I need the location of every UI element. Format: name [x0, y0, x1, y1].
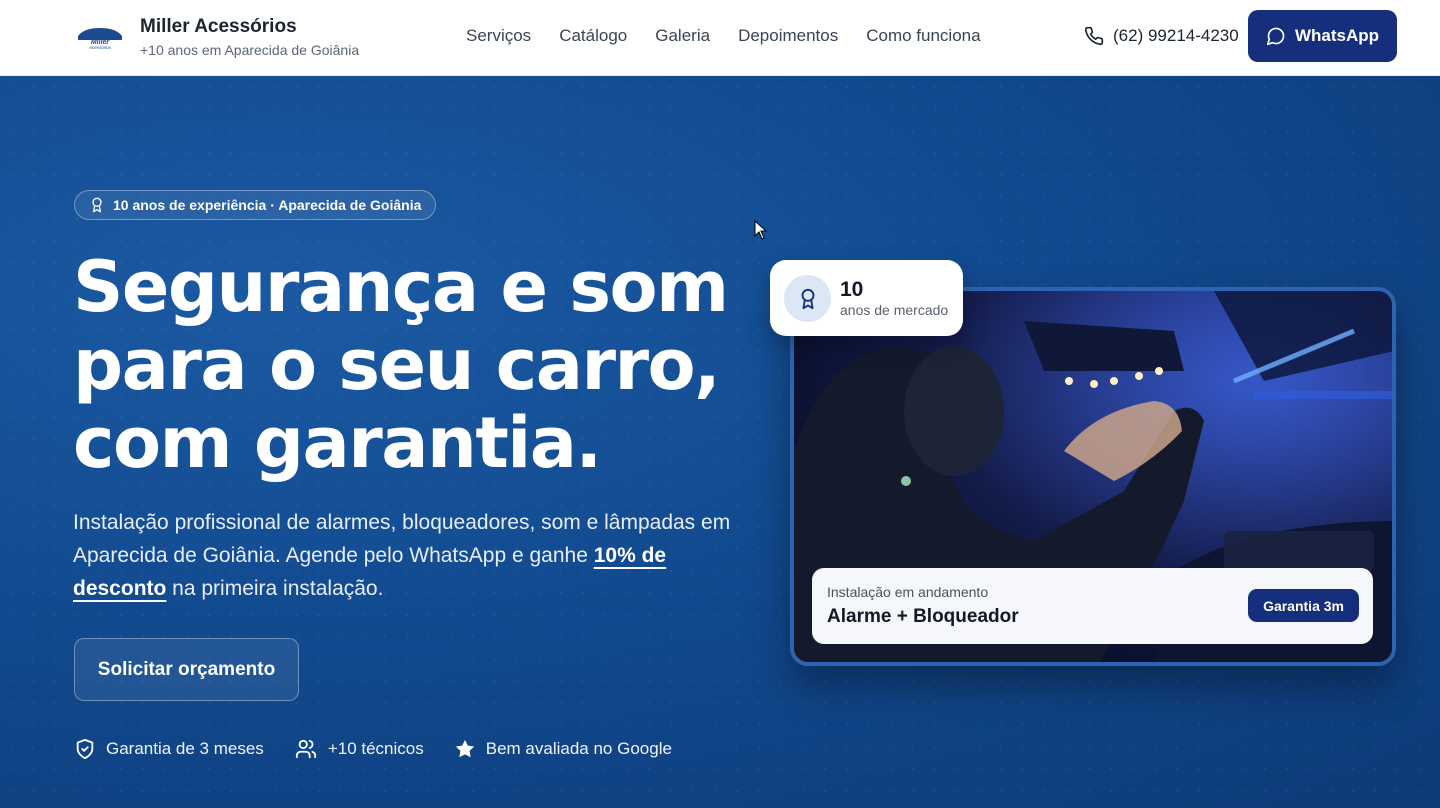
phone-icon — [1084, 26, 1104, 46]
star-icon — [455, 739, 474, 758]
feature-google-rating-text: Bem avaliada no Google — [485, 739, 672, 758]
headline-line-3: com garantia. — [73, 402, 602, 484]
status-title: Alarme + Bloqueador — [827, 606, 1019, 627]
whatsapp-button-label: WhatsApp — [1294, 26, 1380, 45]
mouse-cursor-icon — [754, 220, 768, 240]
status-caption: Instalação em andamento — [827, 584, 989, 600]
whatsapp-icon — [1266, 27, 1285, 46]
feature-warranty-text: Garantia de 3 meses — [106, 739, 264, 758]
nav-galeria[interactable]: Galeria — [655, 26, 710, 46]
lede-text-2: na primeira instalação. — [166, 577, 384, 600]
site-header: Miller Acessórios Miller Acessórios +10 … — [0, 0, 1440, 76]
feature-list: Garantia de 3 meses +10 técnicos Bem ava… — [74, 738, 672, 760]
request-quote-button[interactable]: Solicitar orçamento — [74, 638, 299, 701]
feature-technicians: +10 técnicos — [294, 738, 424, 760]
svg-text:Acessórios: Acessórios — [88, 45, 112, 50]
nav-como-funciona[interactable]: Como funciona — [866, 26, 980, 46]
phone-number: (62) 99214-4230 — [1113, 26, 1239, 45]
experience-badge-text: 10 anos de experiência · Aparecida de Go… — [113, 197, 422, 213]
nav-depoimentos[interactable]: Depoimentos — [738, 26, 838, 46]
phone-link[interactable]: (62) 99214-4230 — [1084, 26, 1239, 46]
hero-headline: Segurança e som para o seu carro, com ga… — [73, 248, 753, 482]
experience-badge: 10 anos de experiência · Aparecida de Go… — [74, 190, 437, 220]
brand-name[interactable]: Miller Acessórios — [140, 16, 297, 38]
main-nav: Serviços Catálogo Galeria Depoimentos Co… — [466, 26, 981, 46]
feature-google-rating: Bem avaliada no Google — [454, 738, 672, 760]
award-icon — [801, 288, 814, 309]
headline-line-2: para o seu carro, — [73, 324, 721, 406]
nav-servicos[interactable]: Serviços — [466, 26, 531, 46]
feature-technicians-text: +10 técnicos — [327, 739, 424, 758]
installation-status-card: Instalação em andamento Alarme + Bloquea… — [812, 568, 1373, 644]
users-icon — [295, 739, 316, 759]
headline-line-1: Segurança e som — [73, 246, 729, 328]
brand-logo[interactable]: Miller Acessórios — [74, 24, 126, 50]
warranty-pill: Garantia 3m — [1248, 589, 1359, 622]
hero-description: Instalação profissional de alarmes, bloq… — [73, 506, 743, 605]
stat-award-icon-wrap — [784, 275, 831, 322]
award-icon — [92, 197, 102, 213]
years-stat-card: 10 anos de mercado — [770, 260, 963, 336]
shield-icon — [76, 738, 94, 760]
years-stat-label: anos de mercado — [840, 302, 949, 318]
brand-tagline: +10 anos em Aparecida de Goiânia — [140, 42, 360, 58]
years-stat-number: 10 — [840, 278, 864, 301]
whatsapp-button[interactable]: WhatsApp — [1248, 10, 1397, 62]
feature-warranty: Garantia de 3 meses — [74, 738, 264, 760]
nav-catalogo[interactable]: Catálogo — [559, 26, 627, 46]
